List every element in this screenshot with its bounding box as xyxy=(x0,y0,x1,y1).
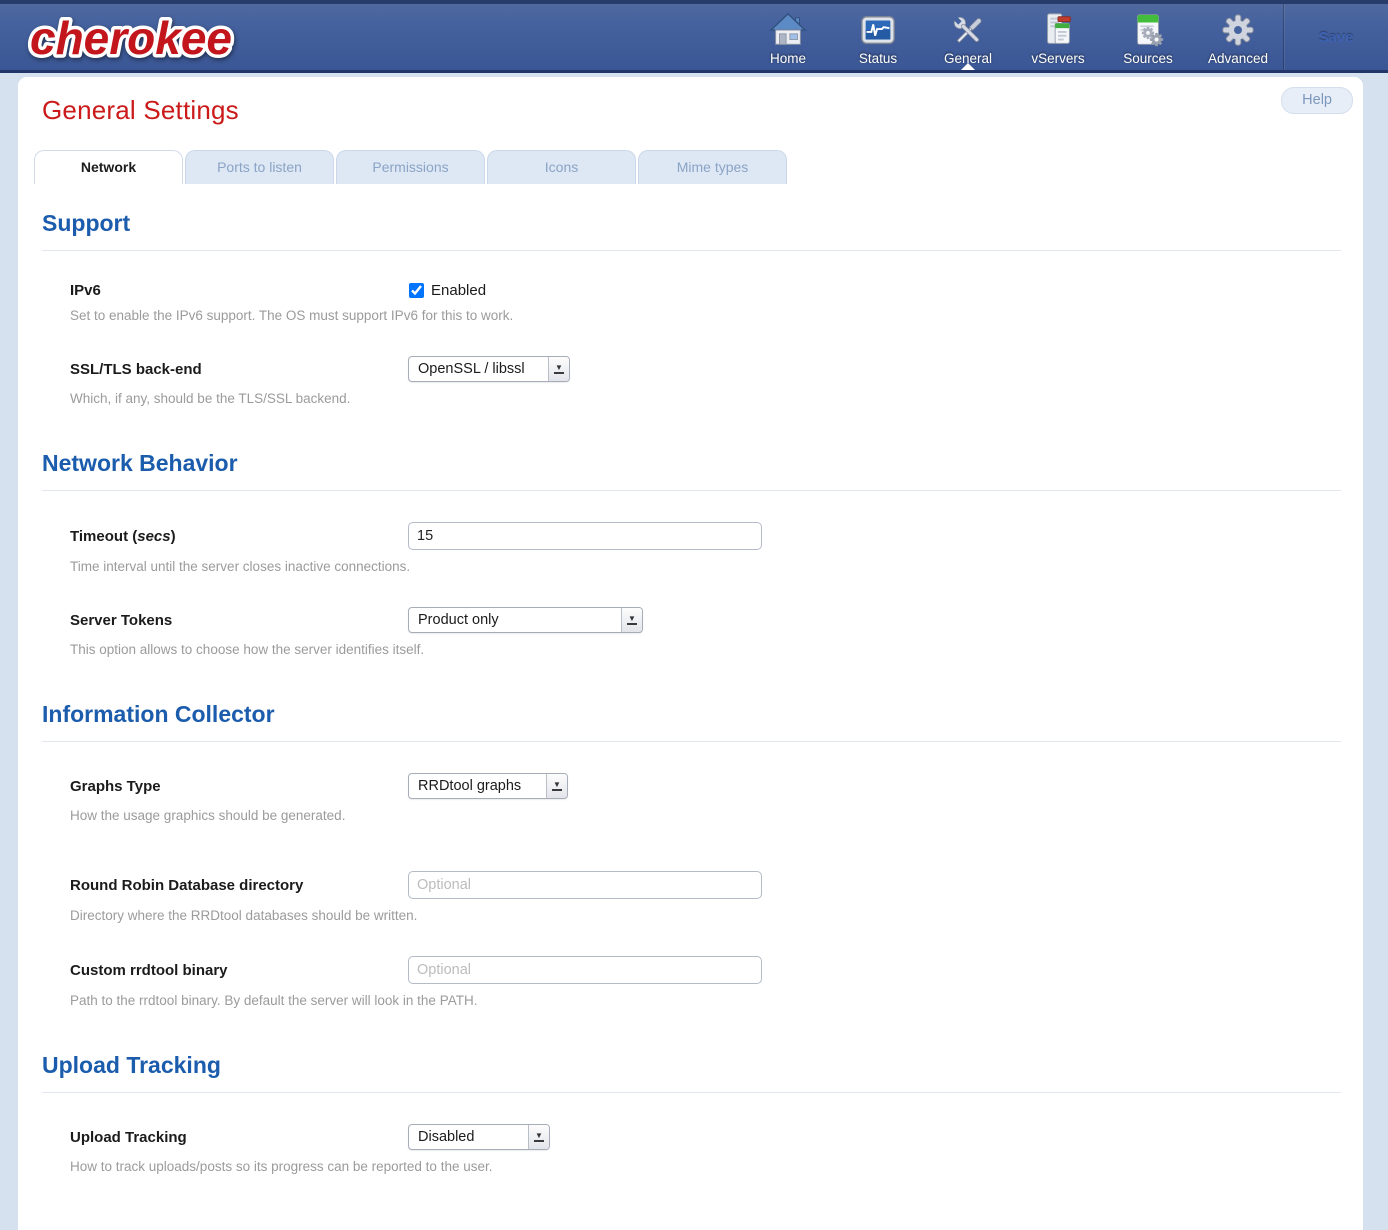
field-label: Round Robin Database directory xyxy=(70,877,408,894)
select-value: OpenSSL / libssl xyxy=(418,361,525,377)
select-value: Product only xyxy=(418,612,499,628)
cherokee-logo-svg: cherokee xyxy=(26,9,291,69)
sources-icon xyxy=(1129,10,1167,50)
field-description: How the usage graphics should be generat… xyxy=(70,808,1341,823)
home-icon xyxy=(769,10,807,50)
section-information-collector: Information Collector Graphs Type RRDtoo… xyxy=(42,701,1341,1008)
tab-permissions[interactable]: Permissions xyxy=(336,150,485,184)
field-label: Graphs Type xyxy=(70,778,408,795)
tab-ports-to-listen[interactable]: Ports to listen xyxy=(185,150,334,184)
rrdtool-binary-input[interactable] xyxy=(408,956,762,984)
label-part: ) xyxy=(171,528,176,545)
label-part-italic: secs xyxy=(137,528,170,545)
rrd-directory-input[interactable] xyxy=(408,871,762,899)
dropdown-arrow-icon: ▼ xyxy=(548,357,569,381)
section-title: Support xyxy=(42,210,1341,237)
field-label: SSL/TLS back-end xyxy=(70,361,408,378)
section-title: Information Collector xyxy=(42,701,1341,728)
dropdown-arrow-icon: ▼ xyxy=(546,774,567,798)
nav-status[interactable]: Status xyxy=(833,4,923,70)
select-value: RRDtool graphs xyxy=(418,778,521,794)
vservers-icon xyxy=(1039,10,1077,50)
field-description: Time interval until the server closes in… xyxy=(70,559,1341,574)
ipv6-enabled-checkbox[interactable] xyxy=(409,283,424,298)
field-ssl-tls-backend: SSL/TLS back-end OpenSSL / libssl ▼ Whic… xyxy=(70,356,1341,406)
section-title: Upload Tracking xyxy=(42,1052,1341,1079)
section-divider xyxy=(42,250,1341,251)
field-description: Set to enable the IPv6 support. The OS m… xyxy=(70,308,1341,323)
ssl-backend-select[interactable]: OpenSSL / libssl ▼ xyxy=(408,356,570,382)
field-timeout: Timeout (secs) Time interval until the s… xyxy=(70,522,1341,574)
nav-label: Home xyxy=(770,51,806,66)
checkbox-label: Enabled xyxy=(431,282,486,299)
section-network-behavior: Network Behavior Timeout (secs) Time int… xyxy=(42,450,1341,657)
field-custom-rrdtool-binary: Custom rrdtool binary Path to the rrdtoo… xyxy=(70,956,1341,1008)
help-button[interactable]: Help xyxy=(1281,87,1353,114)
nav-label: Status xyxy=(859,51,897,66)
top-header-bar: cherokee Home xyxy=(0,0,1388,73)
nav-home[interactable]: Home xyxy=(743,4,833,70)
field-label: Custom rrdtool binary xyxy=(70,962,408,979)
field-description: How to track uploads/posts so its progre… xyxy=(70,1159,1341,1174)
nav-vservers[interactable]: vServers xyxy=(1013,4,1103,70)
select-value: Disabled xyxy=(418,1129,474,1145)
field-description: Path to the rrdtool binary. By default t… xyxy=(70,993,1341,1008)
nav-label: General xyxy=(944,51,992,66)
field-ipv6: IPv6 Enabled Set to enable the IPv6 supp… xyxy=(70,282,1341,323)
nav-label: Sources xyxy=(1123,51,1173,66)
section-title: Network Behavior xyxy=(42,450,1341,477)
section-support: Support IPv6 Enabled Set to enable the I… xyxy=(42,210,1341,406)
dropdown-arrow-icon: ▼ xyxy=(528,1125,549,1149)
section-upload-tracking: Upload Tracking Upload Tracking Disabled… xyxy=(42,1052,1341,1174)
timeout-input[interactable] xyxy=(408,522,762,550)
tab-icons[interactable]: Icons xyxy=(487,150,636,184)
advanced-icon xyxy=(1219,10,1257,50)
field-description: Which, if any, should be the TLS/SSL bac… xyxy=(70,391,1341,406)
field-upload-tracking: Upload Tracking Disabled ▼ How to track … xyxy=(70,1124,1341,1174)
field-rrd-directory: Round Robin Database directory Directory… xyxy=(70,871,1341,923)
field-label: Server Tokens xyxy=(70,612,408,629)
section-divider xyxy=(42,490,1341,491)
field-label: Upload Tracking xyxy=(70,1129,408,1146)
server-tokens-select[interactable]: Product only ▼ xyxy=(408,607,643,633)
nav-sources[interactable]: Sources xyxy=(1103,4,1193,70)
tab-mime-types[interactable]: Mime types xyxy=(638,150,787,184)
dropdown-arrow-icon: ▼ xyxy=(621,608,642,632)
general-icon xyxy=(949,10,987,50)
label-part: Timeout ( xyxy=(70,528,137,545)
cherokee-logo: cherokee xyxy=(0,4,291,70)
field-server-tokens: Server Tokens Product only ▼ This option… xyxy=(70,607,1341,657)
page-title: General Settings xyxy=(18,77,1363,126)
content-panel: General Settings Help Network Ports to l… xyxy=(18,77,1363,1230)
field-label: IPv6 xyxy=(70,282,408,299)
network-tab-content: Support IPv6 Enabled Set to enable the I… xyxy=(18,184,1363,1174)
logo-text: cherokee xyxy=(30,12,232,64)
status-icon xyxy=(859,10,897,50)
nav-general[interactable]: General xyxy=(923,4,1013,70)
section-divider xyxy=(42,1092,1341,1093)
nav-advanced[interactable]: Advanced xyxy=(1193,4,1283,70)
nav-label: vServers xyxy=(1031,51,1084,66)
nav-label: Advanced xyxy=(1208,51,1268,66)
save-area: Save xyxy=(1283,4,1388,70)
field-label: Timeout (secs) xyxy=(70,528,408,545)
field-graphs-type: Graphs Type RRDtool graphs ▼ How the usa… xyxy=(70,773,1341,823)
field-description: This option allows to choose how the ser… xyxy=(70,642,1341,657)
graphs-type-select[interactable]: RRDtool graphs ▼ xyxy=(408,773,568,799)
settings-tab-bar: Network Ports to listen Permissions Icon… xyxy=(34,150,1363,184)
save-button[interactable]: Save xyxy=(1318,29,1353,46)
tab-network[interactable]: Network xyxy=(34,150,183,184)
section-divider xyxy=(42,741,1341,742)
field-description: Directory where the RRDtool databases sh… xyxy=(70,908,1341,923)
main-navigation: Home Status xyxy=(743,4,1283,70)
upload-tracking-select[interactable]: Disabled ▼ xyxy=(408,1124,550,1150)
